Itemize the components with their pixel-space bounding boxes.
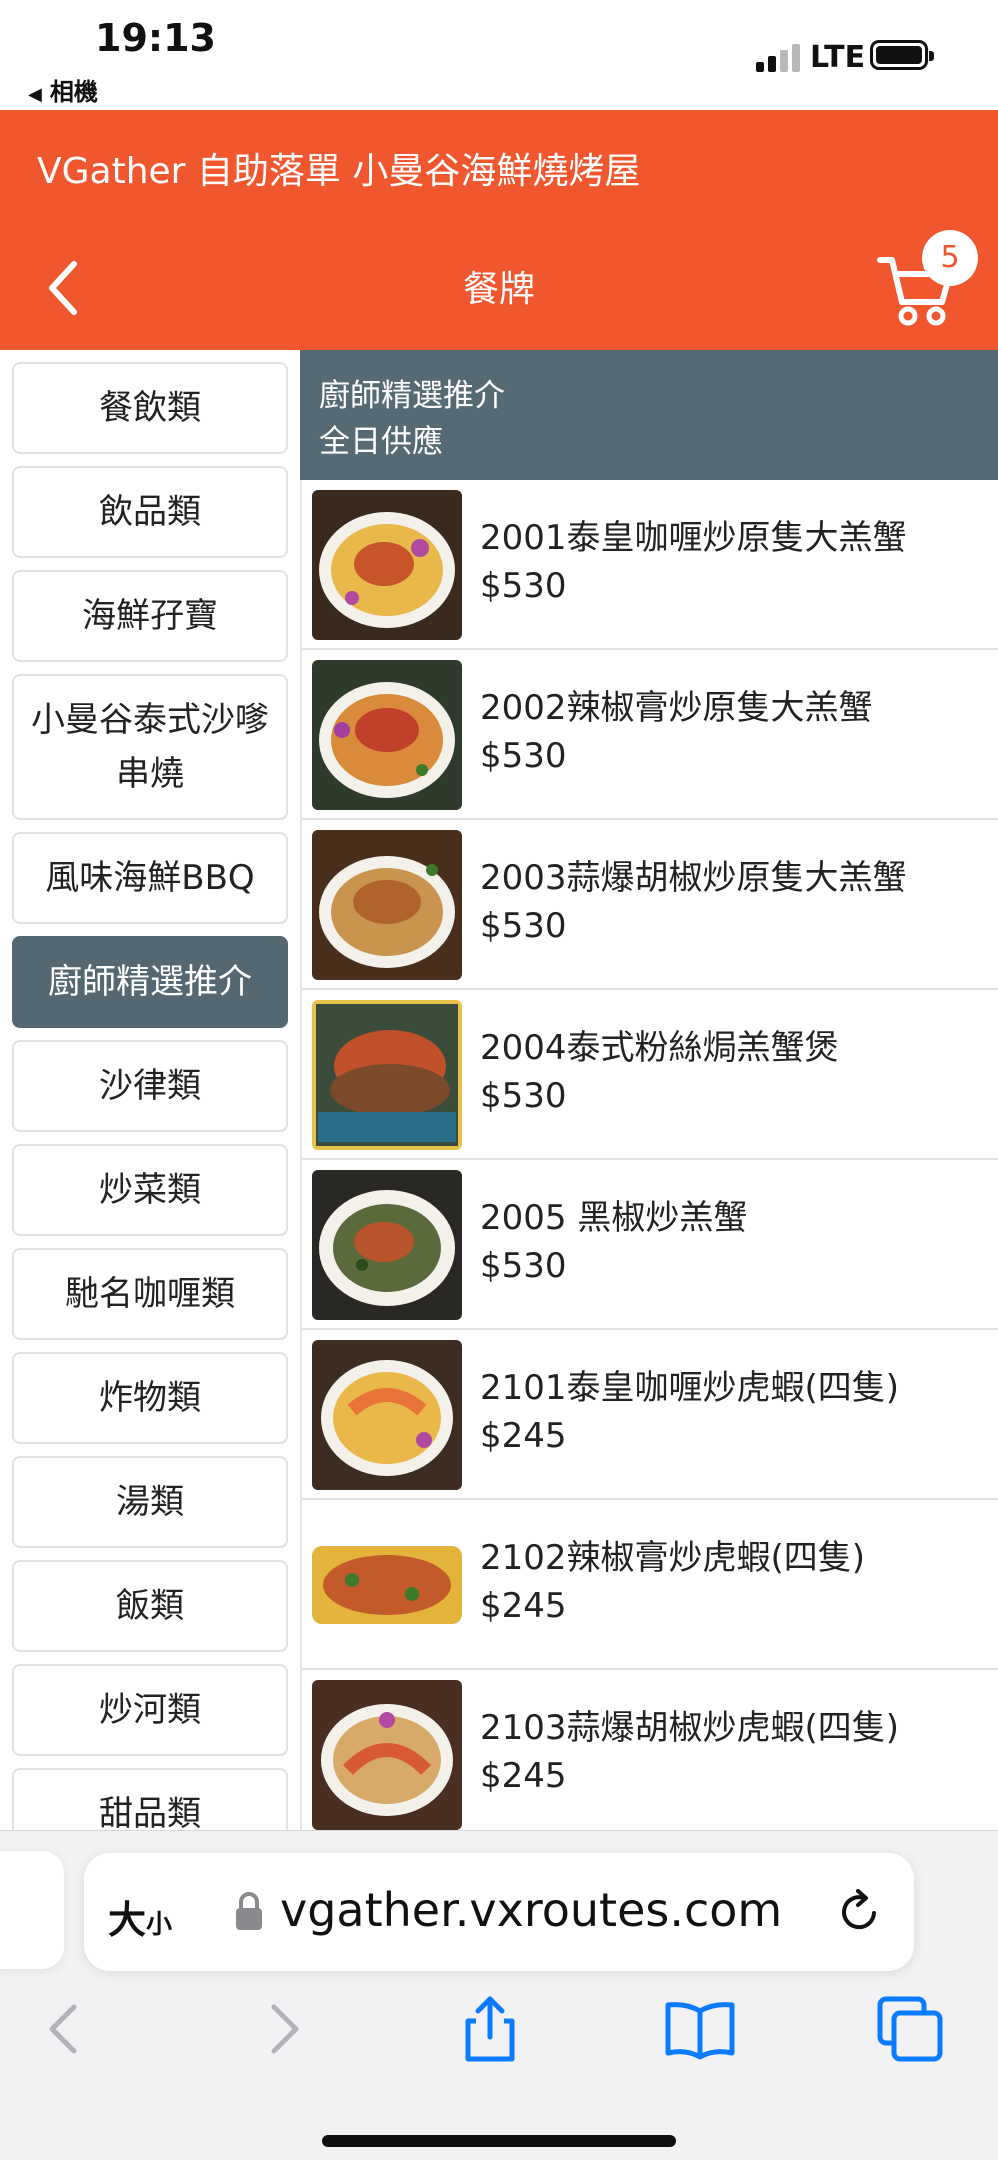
browser-forward-icon[interactable] — [244, 1991, 320, 2067]
menu-item[interactable]: 2002辣椒膏炒原隻大羔蟹 $530 — [302, 650, 998, 820]
item-name: 2005 黑椒炒羔蟹 — [480, 1198, 748, 1238]
page-title: 餐牌 — [462, 269, 535, 310]
section-header: 廚師精選推介 全日供應 — [300, 350, 998, 480]
item-price: $530 — [480, 1246, 567, 1286]
crab-garlic-photo — [312, 830, 462, 980]
back-triangle-icon: ◀ — [28, 84, 42, 105]
category-item[interactable]: 小曼谷泰式沙嗲串燒 — [12, 674, 288, 820]
address-bar[interactable]: 大小 vgather.vxroutes.com — [84, 1853, 914, 1971]
item-price: $530 — [480, 1076, 567, 1116]
menu-item-list: 2001泰皇咖喱炒原隻大羔蟹 $530 2002辣椒膏炒原隻大羔蟹 $530 2… — [300, 480, 998, 1830]
battery-icon — [870, 40, 934, 70]
menu-item[interactable]: 2101泰皇咖喱炒虎蝦(四隻) $245 — [302, 1330, 998, 1500]
tabs-icon[interactable] — [872, 1991, 948, 2067]
home-indicator — [322, 2135, 676, 2147]
item-price: $245 — [480, 1586, 567, 1626]
category-item[interactable]: 沙律類 — [12, 1040, 288, 1132]
restaurant-title: VGather 自助落單 小曼谷海鮮燒烤屋 — [37, 151, 641, 192]
text-size-button[interactable]: 大小 — [108, 1889, 172, 1944]
previous-tab-preview[interactable] — [0, 1851, 64, 1969]
menu-item[interactable]: 2005 黑椒炒羔蟹 $530 — [302, 1160, 998, 1330]
item-price: $530 — [480, 736, 567, 776]
bookmarks-icon[interactable] — [662, 1991, 738, 2067]
crab-vermicelli-photo — [312, 1000, 462, 1150]
prawn-chili-photo — [312, 1510, 462, 1660]
menu-item[interactable]: 2004泰式粉絲焗羔蟹煲 $530 — [302, 990, 998, 1160]
category-sidebar: 餐飲類 飲品類 海鮮孖寶 小曼谷泰式沙嗲串燒 風味海鮮BBQ 廚師精選推介 沙律… — [0, 350, 300, 1830]
category-item[interactable]: 炸物類 — [12, 1352, 288, 1444]
browser-toolbar: 大小 vgather.vxroutes.com — [0, 1830, 998, 2160]
prawn-garlic-photo — [312, 1680, 462, 1830]
back-app-label: 相機 — [49, 78, 98, 106]
item-name: 2102辣椒膏炒虎蝦(四隻) — [480, 1538, 866, 1578]
cart-count-badge[interactable]: 5 — [922, 230, 978, 286]
url-text[interactable]: vgather.vxroutes.com — [280, 1883, 782, 1937]
category-item[interactable]: 甜品類 — [12, 1768, 288, 1830]
section-title: 廚師精選推介 — [319, 378, 505, 414]
reload-icon[interactable] — [834, 1887, 884, 1937]
crab-blackpepper-photo — [312, 1170, 462, 1320]
prawn-curry-photo — [312, 1340, 462, 1490]
category-item[interactable]: 湯類 — [12, 1456, 288, 1548]
item-name: 2003蒜爆胡椒炒原隻大羔蟹 — [480, 858, 907, 898]
item-name: 2101泰皇咖喱炒虎蝦(四隻) — [480, 1368, 900, 1408]
status-time: 19:13 — [95, 16, 216, 60]
item-name: 2103蒜爆胡椒炒虎蝦(四隻) — [480, 1708, 900, 1748]
category-item[interactable]: 馳名咖喱類 — [12, 1248, 288, 1340]
menu-item[interactable]: 2001泰皇咖喱炒原隻大羔蟹 $530 — [302, 480, 998, 650]
item-name: 2001泰皇咖喱炒原隻大羔蟹 — [480, 518, 907, 558]
crab-curry-photo — [312, 490, 462, 640]
item-price: $245 — [480, 1416, 567, 1456]
item-name: 2004泰式粉絲焗羔蟹煲 — [480, 1028, 839, 1068]
text-size-big: 大 — [108, 1898, 147, 1942]
category-item[interactable]: 炒菜類 — [12, 1144, 288, 1236]
menu-item[interactable]: 2103蒜爆胡椒炒虎蝦(四隻) $245 — [302, 1670, 998, 1830]
item-price: $530 — [480, 566, 567, 606]
network-type: LTE — [810, 40, 866, 75]
share-icon[interactable] — [452, 1991, 528, 2067]
item-price: $530 — [480, 906, 567, 946]
browser-back-icon[interactable] — [28, 1991, 104, 2067]
category-item-active[interactable]: 廚師精選推介 — [12, 936, 288, 1028]
back-to-app-link[interactable]: ◀ 相機 — [28, 72, 98, 107]
menu-item[interactable]: 2003蒜爆胡椒炒原隻大羔蟹 $530 — [302, 820, 998, 990]
section-subtitle: 全日供應 — [319, 424, 443, 460]
app-header: VGather 自助落單 小曼谷海鮮燒烤屋 餐牌 5 — [0, 110, 998, 350]
lock-icon — [236, 1892, 262, 1930]
crab-chili-photo — [312, 660, 462, 810]
category-item[interactable]: 飯類 — [12, 1560, 288, 1652]
text-size-small: 小 — [146, 1910, 173, 1940]
signal-strength-icon — [756, 44, 800, 72]
category-item[interactable]: 飲品類 — [12, 466, 288, 558]
item-name: 2002辣椒膏炒原隻大羔蟹 — [480, 688, 873, 728]
category-item[interactable]: 炒河類 — [12, 1664, 288, 1756]
status-bar: 19:13 ◀ 相機 LTE — [0, 0, 998, 110]
category-item[interactable]: 風味海鮮BBQ — [12, 832, 288, 924]
category-item[interactable]: 海鮮孖寶 — [12, 570, 288, 662]
menu-item[interactable]: 2102辣椒膏炒虎蝦(四隻) $245 — [302, 1500, 998, 1670]
item-price: $245 — [480, 1756, 567, 1796]
category-item[interactable]: 餐飲類 — [12, 362, 288, 454]
